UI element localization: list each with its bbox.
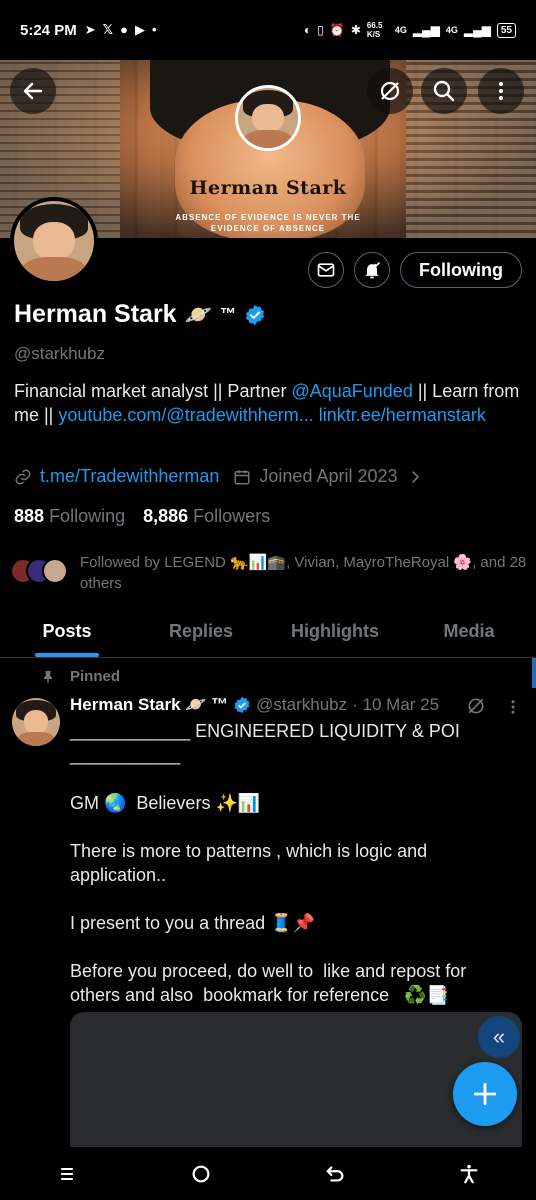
x-icon: 𝕏: [102, 22, 114, 37]
followed-by-text: Followed by LEGEND 🐆📊🕋, Vivian, MayroThe…: [80, 554, 527, 592]
network-1: 4G: [394, 25, 407, 35]
verified-badge-icon[interactable]: [244, 304, 266, 326]
post-more-icon[interactable]: [504, 698, 522, 716]
profile-name: Herman Stark: [14, 300, 177, 328]
back-button[interactable]: [10, 68, 56, 114]
accessibility-button[interactable]: [449, 1154, 489, 1194]
link-icon: [15, 469, 31, 484]
plus-icon: [473, 1082, 497, 1106]
notifications-button[interactable]: [354, 252, 391, 288]
post-author-name[interactable]: Herman Stark 🪐 ™: [70, 695, 228, 715]
pin-icon: [44, 670, 52, 683]
bluetooth-icon: ✱: [350, 23, 361, 37]
chat-icon: ●: [120, 22, 128, 37]
envelope-icon: [317, 263, 335, 277]
back-nav-button[interactable]: [315, 1154, 355, 1194]
status-bar: 5:24 PM ➤ 𝕏 ● ▶ • ◐ ▯ ⏰ ✱ 66.5 K/S 4G ▂▄…: [0, 0, 536, 60]
trademark: ™: [219, 305, 236, 323]
menu-icon: [61, 1167, 73, 1180]
followers-stat[interactable]: 8,886 Followers: [143, 506, 270, 527]
verified-badge-icon: [234, 696, 250, 714]
recent-apps-button[interactable]: [47, 1154, 87, 1194]
back-icon: [326, 1165, 344, 1182]
post-media[interactable]: [70, 1012, 522, 1147]
banner-avatar: [235, 85, 301, 151]
telegram-icon: ➤: [84, 22, 96, 37]
data-saver-icon: ◐: [304, 23, 312, 37]
accessibility-icon: [460, 1164, 478, 1183]
youtube-icon: ▶: [134, 22, 145, 37]
tab-posts[interactable]: Posts: [0, 605, 134, 657]
post-author-avatar[interactable]: [12, 698, 60, 746]
grok-button[interactable]: [367, 68, 413, 114]
profile-bio: Financial market analyst || Partner @Aqu…: [14, 381, 520, 425]
profile-name-row: Herman Stark 🪐 ™: [14, 300, 266, 329]
profile-actions: Following: [308, 252, 522, 288]
more-vertical-icon: [499, 82, 503, 100]
double-chevron-left-icon: «: [492, 1024, 506, 1049]
message-button[interactable]: [308, 252, 345, 288]
joined-date: Joined April 2023: [259, 466, 398, 486]
linktree-link[interactable]: linktr.ee/hermanstark: [319, 405, 486, 425]
alarm-icon: ⏰: [329, 23, 345, 37]
bell-check-icon: [365, 261, 381, 279]
post-author-handle[interactable]: @starkhubz: [256, 695, 347, 715]
post-date: · 10 Mar 25: [352, 695, 440, 714]
grok-icon: [380, 81, 400, 101]
profile-tabs: Posts Replies Highlights Media: [0, 605, 536, 658]
more-button[interactable]: [478, 68, 524, 114]
avatar: [42, 558, 68, 584]
profile-handle: @starkhubz: [14, 344, 105, 363]
signal-icon: ▂▄▆: [463, 23, 491, 37]
vibrate-icon: ▯: [317, 23, 324, 37]
youtube-link[interactable]: youtube.com/@tradewithherm...: [58, 405, 313, 425]
clock: 5:24 PM: [20, 21, 77, 39]
tab-media[interactable]: Media: [402, 605, 536, 657]
calendar-icon: [234, 469, 250, 484]
collapse-button[interactable]: «: [478, 1016, 520, 1058]
following-button[interactable]: Following: [400, 252, 522, 288]
compose-button[interactable]: [453, 1062, 517, 1126]
network-2: 4G: [445, 25, 458, 35]
follow-stats: 888 Following 8,886 Followers: [14, 506, 270, 527]
home-circle-icon: [192, 1165, 210, 1182]
tab-replies[interactable]: Replies: [134, 605, 268, 657]
follower-avatars: [10, 558, 68, 584]
post-text: ____________ ENGINEERED LIQUIDITY & POI …: [70, 721, 467, 1005]
search-icon: [433, 80, 455, 102]
tab-highlights[interactable]: Highlights: [268, 605, 402, 657]
arrow-left-icon: [23, 82, 43, 100]
name-emoji: 🪐: [184, 301, 212, 327]
battery-indicator: 55: [496, 22, 516, 38]
mention-link[interactable]: @AquaFunded: [291, 381, 412, 401]
website-link[interactable]: t.me/Tradewithherman: [40, 466, 219, 487]
search-button[interactable]: [421, 68, 467, 114]
followed-by[interactable]: Followed by LEGEND 🐆📊🕋, Vivian, MayroThe…: [10, 552, 536, 594]
profile-meta: t.me/Tradewithherman Joined April 2023: [14, 466, 424, 487]
pinned-label: Pinned: [40, 668, 120, 685]
dot-icon: •: [151, 22, 157, 37]
signal-icon: ▂▄▆: [412, 23, 440, 37]
following-stat[interactable]: 888 Following: [14, 506, 125, 527]
banner-title: Herman Stark: [189, 177, 347, 199]
profile-avatar[interactable]: [10, 197, 98, 285]
scroll-indicator: [532, 658, 536, 688]
post-header: Herman Stark 🪐 ™ @starkhubz · 10 Mar 25: [70, 695, 439, 715]
net-speed: 66.5 K/S: [366, 21, 383, 39]
grok-icon[interactable]: [466, 696, 486, 716]
home-button[interactable]: [181, 1154, 221, 1194]
system-navigation-bar: [0, 1147, 536, 1200]
chevron-right-icon[interactable]: [406, 468, 424, 486]
